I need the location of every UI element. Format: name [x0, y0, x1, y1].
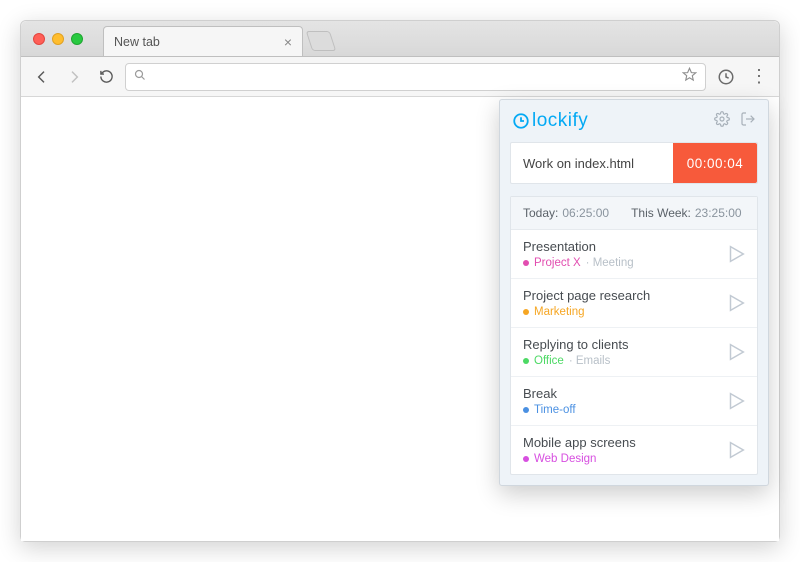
forward-button[interactable] [61, 64, 87, 90]
entry-project: Office [534, 355, 564, 367]
browser-toolbar: ⋮ [21, 57, 779, 97]
entry-row[interactable]: Project page research Marketing [511, 278, 757, 327]
play-icon[interactable] [725, 292, 747, 314]
back-button[interactable] [29, 64, 55, 90]
address-bar[interactable] [125, 63, 706, 91]
week-label: This Week: [631, 206, 691, 220]
project-bullet-icon [523, 260, 529, 266]
settings-icon[interactable] [714, 111, 730, 132]
clockify-extension-icon[interactable] [712, 63, 740, 91]
entry-project: Time-off [534, 404, 576, 416]
search-icon [134, 69, 146, 84]
current-entry-row: Work on index.html 00:00:04 [510, 142, 758, 184]
play-icon[interactable] [725, 243, 747, 265]
timer-button[interactable]: 00:00:04 [673, 143, 757, 183]
entry-title: Presentation [523, 239, 725, 254]
window-controls [29, 21, 89, 56]
entry-project: Web Design [534, 453, 596, 465]
project-bullet-icon [523, 309, 529, 315]
tab-title: New tab [114, 35, 160, 49]
play-icon[interactable] [725, 341, 747, 363]
close-window-button[interactable] [33, 33, 45, 45]
browser-tab[interactable]: New tab × [103, 26, 303, 56]
reload-button[interactable] [93, 64, 119, 90]
browser-menu-icon[interactable]: ⋮ [746, 66, 771, 87]
entry-subline: Project X · Meeting [523, 257, 725, 269]
project-bullet-icon [523, 407, 529, 413]
entry-title: Mobile app screens [523, 435, 725, 450]
entry-extra: · Emails [569, 355, 611, 367]
summary-row: Today: 06:25:00 This Week: 23:25:00 [511, 197, 757, 230]
bookmark-star-icon[interactable] [682, 67, 697, 87]
tab-strip: New tab × [21, 21, 779, 57]
today-value: 06:25:00 [562, 206, 609, 220]
entry-title: Project page research [523, 288, 725, 303]
entry-subline: Time-off [523, 404, 725, 416]
close-tab-icon[interactable]: × [284, 34, 292, 50]
clockify-popup: lockify Work on index.html 00:00:04 Toda… [499, 99, 769, 486]
new-tab-button[interactable] [306, 31, 336, 51]
popup-header: lockify [500, 100, 768, 142]
project-bullet-icon [523, 358, 529, 364]
entry-row[interactable]: Mobile app screens Web Design [511, 425, 757, 474]
entry-row[interactable]: Break Time-off [511, 376, 757, 425]
play-icon[interactable] [725, 390, 747, 412]
entry-subline: Office · Emails [523, 355, 725, 367]
clockify-logo: lockify [512, 110, 588, 132]
browser-window: New tab × ⋮ [20, 20, 780, 542]
entry-project: Marketing [534, 306, 585, 318]
entry-row[interactable]: Replying to clients Office · Emails [511, 327, 757, 376]
minimize-window-button[interactable] [52, 33, 64, 45]
project-bullet-icon [523, 456, 529, 462]
entry-title: Replying to clients [523, 337, 725, 352]
current-entry-description[interactable]: Work on index.html [511, 143, 673, 183]
logout-icon[interactable] [740, 111, 756, 132]
today-label: Today: [523, 206, 558, 220]
week-value: 23:25:00 [695, 206, 742, 220]
brand-text: lockify [532, 110, 588, 132]
maximize-window-button[interactable] [71, 33, 83, 45]
entry-extra: · Meeting [586, 257, 634, 269]
entry-subline: Web Design [523, 453, 725, 465]
entry-project: Project X [534, 257, 581, 269]
entries-list: Today: 06:25:00 This Week: 23:25:00 Presen… [510, 196, 758, 475]
entry-title: Break [523, 386, 725, 401]
entry-subline: Marketing [523, 306, 725, 318]
entry-row[interactable]: Presentation Project X · Meeting [511, 230, 757, 278]
play-icon[interactable] [725, 439, 747, 461]
